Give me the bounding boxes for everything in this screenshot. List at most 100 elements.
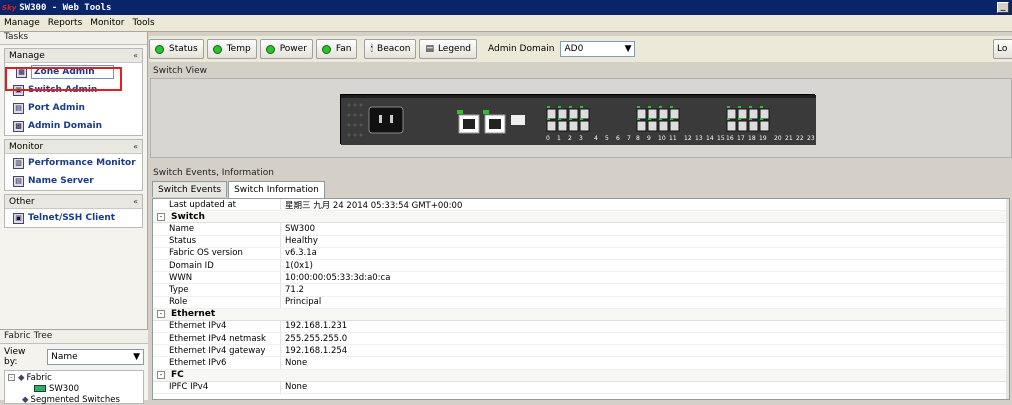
port-label: 18: [748, 135, 756, 142]
menu-reports[interactable]: Reports: [48, 18, 83, 28]
row-value: 71.2: [285, 284, 304, 295]
table-row: Status Healthy: [153, 235, 1009, 248]
monitor-header-label: Monitor: [9, 141, 44, 152]
other-header[interactable]: Other «: [5, 195, 142, 209]
row-value: 255.255.255.0: [285, 333, 348, 344]
tasks-title: Tasks: [0, 32, 147, 45]
fan-button[interactable]: Fan: [315, 39, 358, 59]
fc-port[interactable]: [737, 120, 748, 132]
fc-port[interactable]: [568, 120, 579, 132]
row-value: SW300: [285, 223, 316, 234]
collapse-icon[interactable]: «: [133, 142, 138, 151]
port-label: 4: [594, 135, 598, 142]
temp-button[interactable]: Temp: [206, 39, 257, 59]
port-led: [547, 118, 550, 120]
fc-port[interactable]: [557, 120, 568, 132]
fc-port[interactable]: [748, 108, 759, 120]
fc-port[interactable]: [669, 120, 680, 132]
fc-port[interactable]: [737, 108, 748, 120]
row-value: None: [285, 358, 308, 369]
collapse-icon[interactable]: «: [133, 197, 138, 206]
collapse-tree-icon[interactable]: -: [157, 310, 165, 319]
collapse-tree-icon[interactable]: -: [8, 374, 15, 381]
tree-node-sw300[interactable]: SW300: [8, 383, 140, 394]
manage-header[interactable]: Manage «: [5, 49, 142, 63]
status-button[interactable]: Status: [149, 39, 204, 59]
task-port-admin[interactable]: ▤ Port Admin: [5, 99, 142, 117]
fc-port[interactable]: [546, 120, 557, 132]
menu-tools[interactable]: Tools: [133, 18, 155, 28]
fc-port[interactable]: [579, 120, 590, 132]
fc-port[interactable]: [636, 120, 647, 132]
beacon-button[interactable]: 🕯 Beacon: [364, 39, 417, 59]
fc-port[interactable]: [748, 120, 759, 132]
legend-button[interactable]: ▤ Legend: [419, 39, 478, 59]
port-label: 10: [658, 135, 666, 142]
task-port-admin-label: Port Admin: [28, 103, 85, 113]
switch-section-header[interactable]: - Switch: [153, 211, 1009, 224]
temp-button-label: Temp: [226, 44, 251, 54]
port-led: [637, 118, 640, 120]
fc-port[interactable]: [759, 108, 770, 120]
vertical-scrollbar[interactable]: [1006, 199, 1009, 399]
port-label: 23: [807, 135, 815, 142]
power-socket: [368, 106, 404, 134]
fc-port[interactable]: [726, 108, 737, 120]
task-name-server[interactable]: ▤ Name Server: [5, 172, 142, 190]
fc-port[interactable]: [658, 120, 669, 132]
task-telnet-ssh-label: Telnet/SSH Client: [28, 213, 116, 223]
port-label-group: 0 1 2 3 4 5 6 7 8 9 10 11 12 13 14 15 16 17 18 19 20 21 22 23: [340, 135, 815, 144]
table-row: Type 71.2: [153, 284, 1009, 297]
task-admin-domain[interactable]: ▩ Admin Domain: [5, 117, 142, 135]
table-row: Fabric OS version v6.3.1a: [153, 247, 1009, 260]
monitor-header[interactable]: Monitor «: [5, 140, 142, 154]
logout-button[interactable]: Lo: [993, 39, 1012, 59]
admin-domain-select[interactable]: AD0 ▼: [560, 41, 636, 57]
task-performance-monitor[interactable]: ▥ Performance Monitor: [5, 154, 142, 172]
fc-port[interactable]: [568, 108, 579, 120]
tree-node-fabric[interactable]: - ◆ Fabric: [8, 372, 140, 383]
fc-port[interactable]: [726, 120, 737, 132]
port-label: 9: [647, 135, 651, 142]
row-key: Role: [153, 296, 281, 308]
power-button-label: Power: [279, 44, 307, 54]
power-button[interactable]: Power: [259, 39, 313, 59]
collapse-tree-icon[interactable]: -: [157, 212, 165, 221]
minimize-button[interactable]: _: [997, 2, 1009, 13]
fc-port[interactable]: [579, 108, 590, 120]
status-light-icon: [212, 44, 222, 54]
fc-port[interactable]: [759, 120, 770, 132]
collapse-icon[interactable]: «: [133, 51, 138, 60]
collapse-tree-icon[interactable]: -: [157, 371, 165, 380]
fc-section-header[interactable]: - FC: [153, 369, 1009, 382]
usb-port: [511, 115, 525, 125]
task-telnet-ssh[interactable]: ▣ Telnet/SSH Client: [5, 209, 142, 227]
fc-port[interactable]: [647, 120, 658, 132]
tab-switch-events[interactable]: Switch Events: [152, 181, 228, 197]
fabric-tree-panel: Fabric Tree View by: Name ▼ - ◆ Fabric S…: [0, 329, 148, 405]
port-led: [749, 118, 752, 120]
menu-manage[interactable]: Manage: [4, 18, 40, 28]
port-label: 12: [684, 135, 692, 142]
logout-button-label: Lo: [997, 44, 1008, 54]
row-key: Ethernet IPv6: [153, 357, 281, 369]
fc-port[interactable]: [658, 108, 669, 120]
fc-port[interactable]: [669, 108, 680, 120]
monitor-section: Monitor « ▥ Performance Monitor ▤ Name S…: [4, 139, 143, 191]
fc-port[interactable]: [636, 108, 647, 120]
ethernet-section-label: Ethernet: [171, 309, 216, 320]
tab-switch-information[interactable]: Switch Information: [228, 181, 325, 198]
port-led: [727, 118, 730, 120]
fc-port[interactable]: [546, 108, 557, 120]
row-value: Healthy: [285, 236, 318, 247]
view-by-select[interactable]: Name ▼: [47, 349, 144, 365]
ethernet-section-header[interactable]: - Ethernet: [153, 308, 1009, 321]
performance-monitor-icon: ▥: [13, 157, 24, 169]
table-row: WWN 10:00:00:05:33:3d:a0:ca: [153, 272, 1009, 285]
fc-section-label: FC: [171, 370, 184, 381]
fc-port[interactable]: [647, 108, 658, 120]
fc-port[interactable]: [557, 108, 568, 120]
fabric-tree-title: Fabric Tree: [0, 330, 148, 344]
row-key: WWN: [153, 272, 281, 284]
menu-monitor[interactable]: Monitor: [90, 18, 124, 28]
